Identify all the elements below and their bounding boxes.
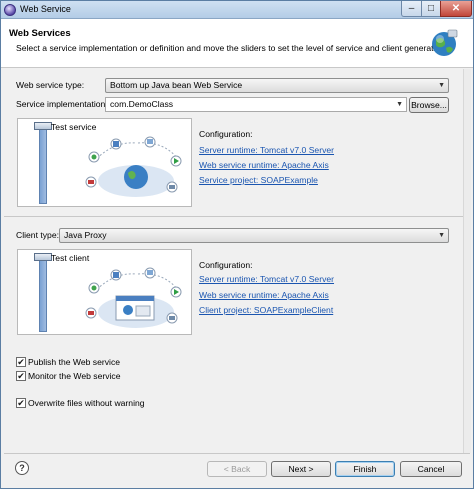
service-impl-value: com.DemoClass — [110, 99, 174, 109]
service-type-combo[interactable]: Bottom up Java bean Web Service ▼ — [105, 78, 449, 93]
separator — [4, 216, 470, 217]
client-server-runtime-link[interactable]: Server runtime: Tomcat v7.0 Server — [199, 274, 334, 284]
service-type-value: Bottom up Java bean Web Service — [110, 80, 243, 90]
client-slider-track[interactable] — [39, 253, 47, 332]
minimize-button[interactable]: – — [401, 1, 422, 17]
service-project-link[interactable]: Service project: SOAPExample — [199, 175, 318, 185]
title-bar[interactable]: Web Service – □ ✕ — [1, 1, 473, 19]
service-type-label: Web service type: — [16, 80, 85, 90]
page-title: Web Services — [9, 28, 71, 39]
footer-separator — [4, 453, 470, 454]
client-slider-thumb[interactable] — [34, 253, 52, 261]
service-impl-field[interactable]: com.DemoClass ▼ — [105, 97, 407, 112]
page-description: Select a service implementation or defin… — [16, 43, 448, 53]
client-config-label: Configuration: — [199, 260, 253, 270]
publish-checkbox[interactable]: ✔ — [16, 357, 26, 367]
service-slider-label: Test service — [51, 122, 97, 132]
back-button[interactable]: < Back — [207, 461, 267, 477]
overwrite-label: Overwrite files without warning — [28, 398, 145, 408]
eclipse-icon — [4, 4, 16, 16]
chevron-down-icon: ▼ — [438, 232, 445, 239]
service-diagram-image — [85, 136, 182, 197]
client-type-value: Java Proxy — [64, 230, 107, 240]
cancel-button[interactable]: Cancel — [400, 461, 462, 477]
client-type-combo[interactable]: Java Proxy ▼ — [59, 228, 449, 243]
service-config-label: Configuration: — [199, 129, 253, 139]
maximize-button[interactable]: □ — [421, 1, 441, 17]
service-server-runtime-link[interactable]: Server runtime: Tomcat v7.0 Server — [199, 145, 334, 155]
service-ws-runtime-link[interactable]: Web service runtime: Apache Axis — [199, 160, 329, 170]
service-impl-label: Service implementation: — [16, 99, 108, 109]
client-project-link[interactable]: Client project: SOAPExampleClient — [199, 305, 333, 315]
help-icon[interactable]: ? — [15, 461, 29, 475]
finish-button[interactable]: Finish — [335, 461, 395, 477]
next-button[interactable]: Next > — [271, 461, 331, 477]
client-diagram-image — [85, 267, 182, 328]
monitor-checkbox[interactable]: ✔ — [16, 371, 26, 381]
client-slider-panel: Test client — [17, 249, 192, 335]
chevron-down-icon[interactable]: ▼ — [396, 98, 403, 111]
window-title: Web Service — [20, 4, 71, 14]
overwrite-checkbox[interactable]: ✔ — [16, 398, 26, 408]
web-service-dialog: Web Service – □ ✕ Web Services Select a … — [0, 0, 474, 489]
vertical-scrollbar[interactable] — [463, 69, 471, 453]
service-slider-panel: Test service — [17, 118, 192, 207]
monitor-label: Monitor the Web service — [28, 371, 121, 381]
client-type-label: Client type: — [16, 230, 59, 240]
chevron-down-icon: ▼ — [438, 82, 445, 89]
close-button[interactable]: ✕ — [440, 1, 472, 17]
client-slider-label: Test client — [51, 253, 90, 263]
browse-button[interactable]: Browse... — [409, 97, 449, 113]
client-ws-runtime-link[interactable]: Web service runtime: Apache Axis — [199, 290, 329, 300]
wizard-header: Web Services Select a service implementa… — [1, 19, 473, 68]
service-slider-thumb[interactable] — [34, 122, 52, 130]
publish-label: Publish the Web service — [28, 357, 121, 367]
service-slider-track[interactable] — [39, 122, 47, 204]
globe-icon — [432, 29, 458, 56]
